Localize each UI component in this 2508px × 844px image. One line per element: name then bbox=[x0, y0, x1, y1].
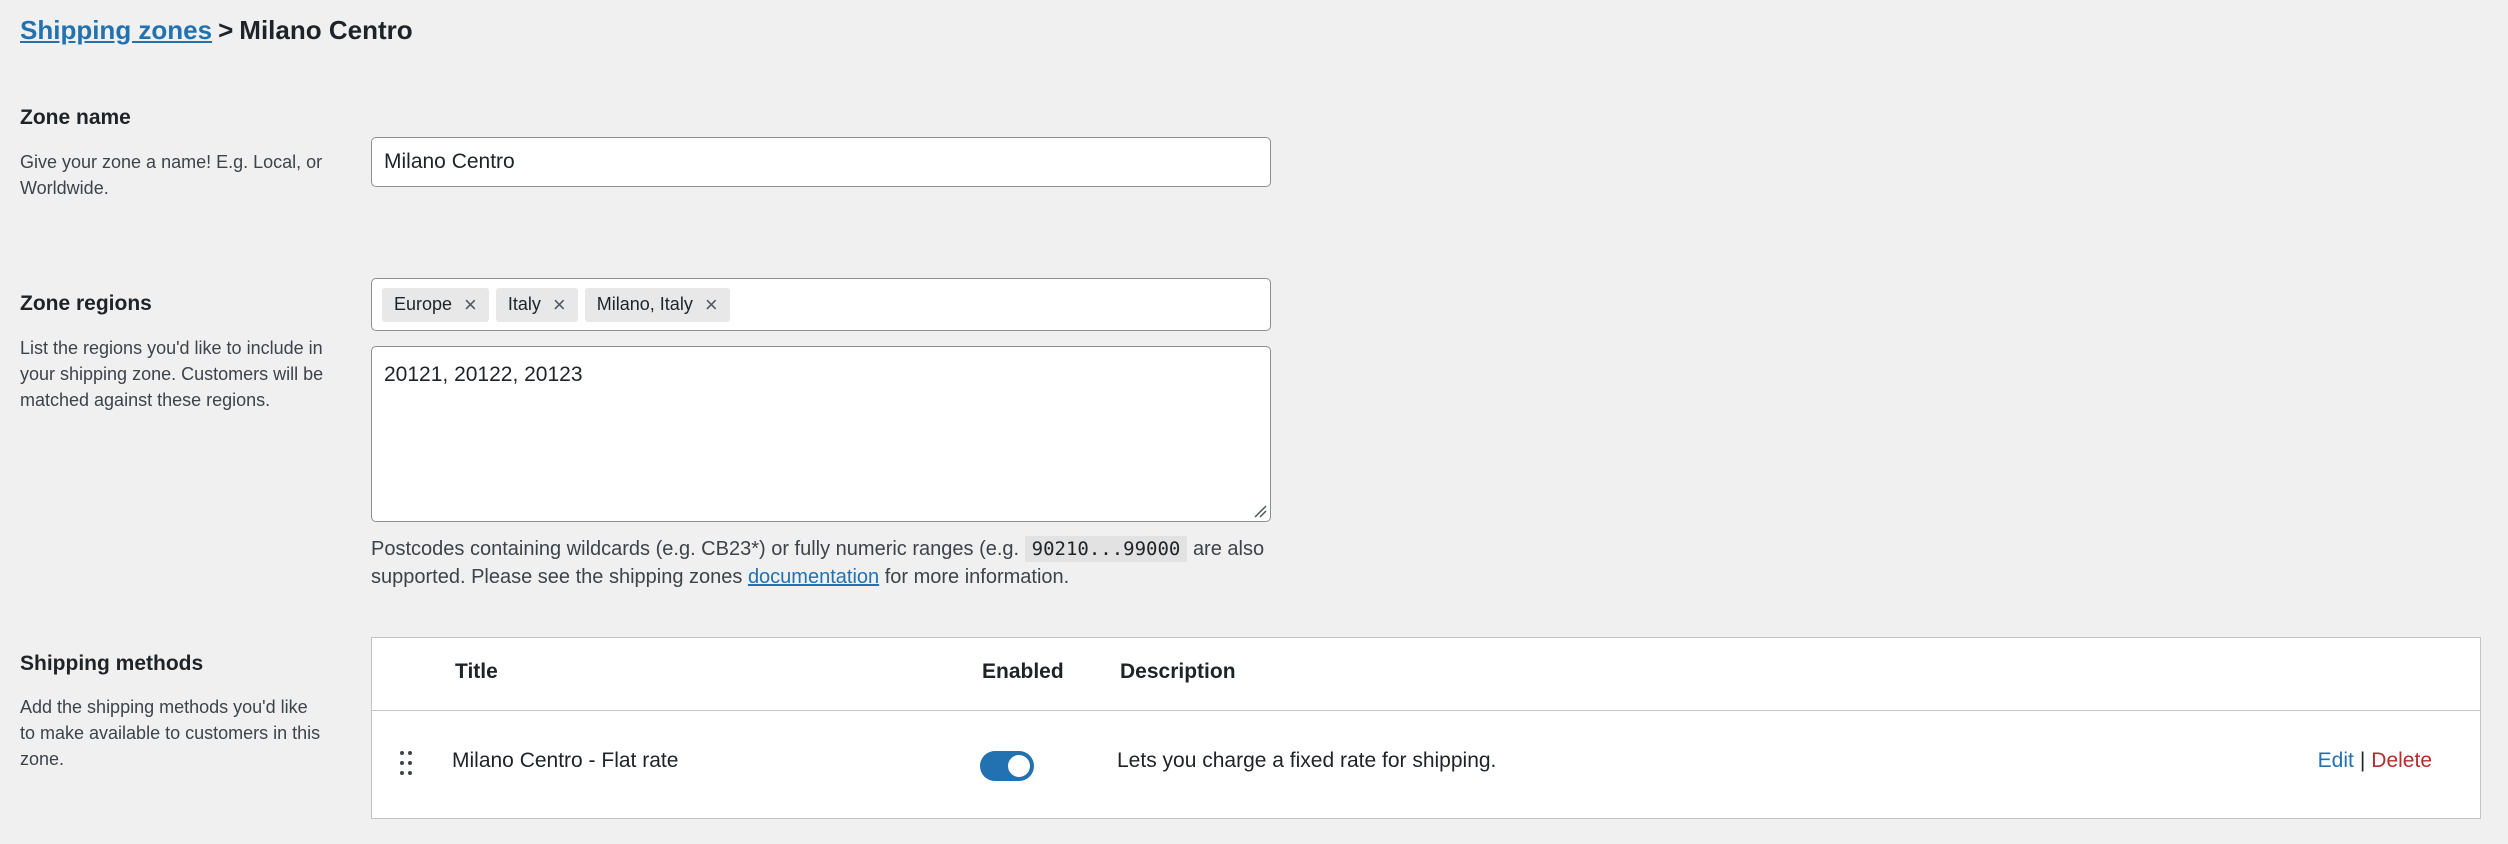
region-chip-italy: Italy × bbox=[495, 287, 578, 322]
method-actions: Edit | Delete bbox=[2318, 749, 2432, 773]
region-chip-label: Milano, Italy bbox=[596, 294, 693, 314]
zone-name-description: Give your zone a name! E.g. Local, or Wo… bbox=[20, 152, 323, 198]
column-description: Description bbox=[1120, 660, 1236, 683]
shipping-methods-description: Add the shipping methods you'd like to m… bbox=[20, 697, 321, 769]
toggle-knob bbox=[1008, 755, 1030, 777]
zone-name-input[interactable]: Milano Centro bbox=[371, 137, 1271, 187]
zone-regions-select[interactable]: Europe × Italy × Milano, Italy × bbox=[371, 278, 1271, 331]
delete-link[interactable]: Delete bbox=[2371, 749, 2432, 772]
shipping-methods-title: Shipping methods bbox=[20, 652, 204, 675]
region-chip-milano-italy: Milano, Italy × bbox=[584, 287, 730, 322]
region-chip-label: Europe bbox=[394, 294, 453, 314]
postcodes-textarea[interactable]: 20121, 20122, 20123 bbox=[371, 346, 1271, 522]
zone-regions-title: Zone regions bbox=[20, 292, 152, 315]
region-chip-label: Italy bbox=[507, 294, 541, 314]
method-enabled-toggle[interactable] bbox=[980, 751, 1034, 781]
edit-link[interactable]: Edit bbox=[2318, 749, 2354, 772]
breadcrumb-separator: > bbox=[218, 15, 234, 45]
zone-regions-description: List the regions you'd like to include i… bbox=[20, 338, 324, 410]
method-title: Milano Centro - Flat rate bbox=[452, 749, 679, 772]
close-icon[interactable]: × bbox=[464, 293, 477, 316]
breadcrumb-current: Milano Centro bbox=[239, 15, 413, 45]
resize-grip-icon[interactable] bbox=[1253, 504, 1267, 518]
breadcrumb: Shipping zones > Milano Centro bbox=[20, 14, 413, 46]
documentation-link[interactable]: documentation bbox=[748, 566, 879, 588]
shipping-methods-table: Title Enabled Description Milano Centro … bbox=[371, 637, 2481, 819]
postcodes-help-text: Postcodes containing wildcards (e.g. CB2… bbox=[371, 535, 1291, 591]
table-header: Title Enabled Description bbox=[372, 638, 2480, 711]
table-row: Milano Centro - Flat rate Lets you charg… bbox=[372, 711, 2480, 818]
close-icon[interactable]: × bbox=[553, 293, 566, 316]
zone-name-title: Zone name bbox=[20, 106, 131, 129]
help-text-before: Postcodes containing wildcards (e.g. CB2… bbox=[371, 538, 1020, 560]
region-chip-europe: Europe × bbox=[382, 287, 489, 322]
breadcrumb-shipping-zones-link[interactable]: Shipping zones bbox=[20, 15, 212, 45]
drag-handle-icon[interactable] bbox=[398, 750, 414, 776]
close-icon[interactable]: × bbox=[705, 293, 718, 316]
column-enabled: Enabled bbox=[982, 660, 1064, 683]
column-title: Title bbox=[455, 660, 498, 683]
help-code-range: 90210...99000 bbox=[1024, 536, 1188, 562]
actions-separator: | bbox=[2359, 749, 2366, 772]
method-description: Lets you charge a fixed rate for shippin… bbox=[1117, 749, 1497, 772]
help-text-after: for more information. bbox=[884, 566, 1070, 588]
shipping-zone-page: Shipping zones > Milano Centro Zone name G… bbox=[0, 0, 2508, 844]
postcodes-value: 20121, 20122, 20123 bbox=[384, 363, 583, 386]
